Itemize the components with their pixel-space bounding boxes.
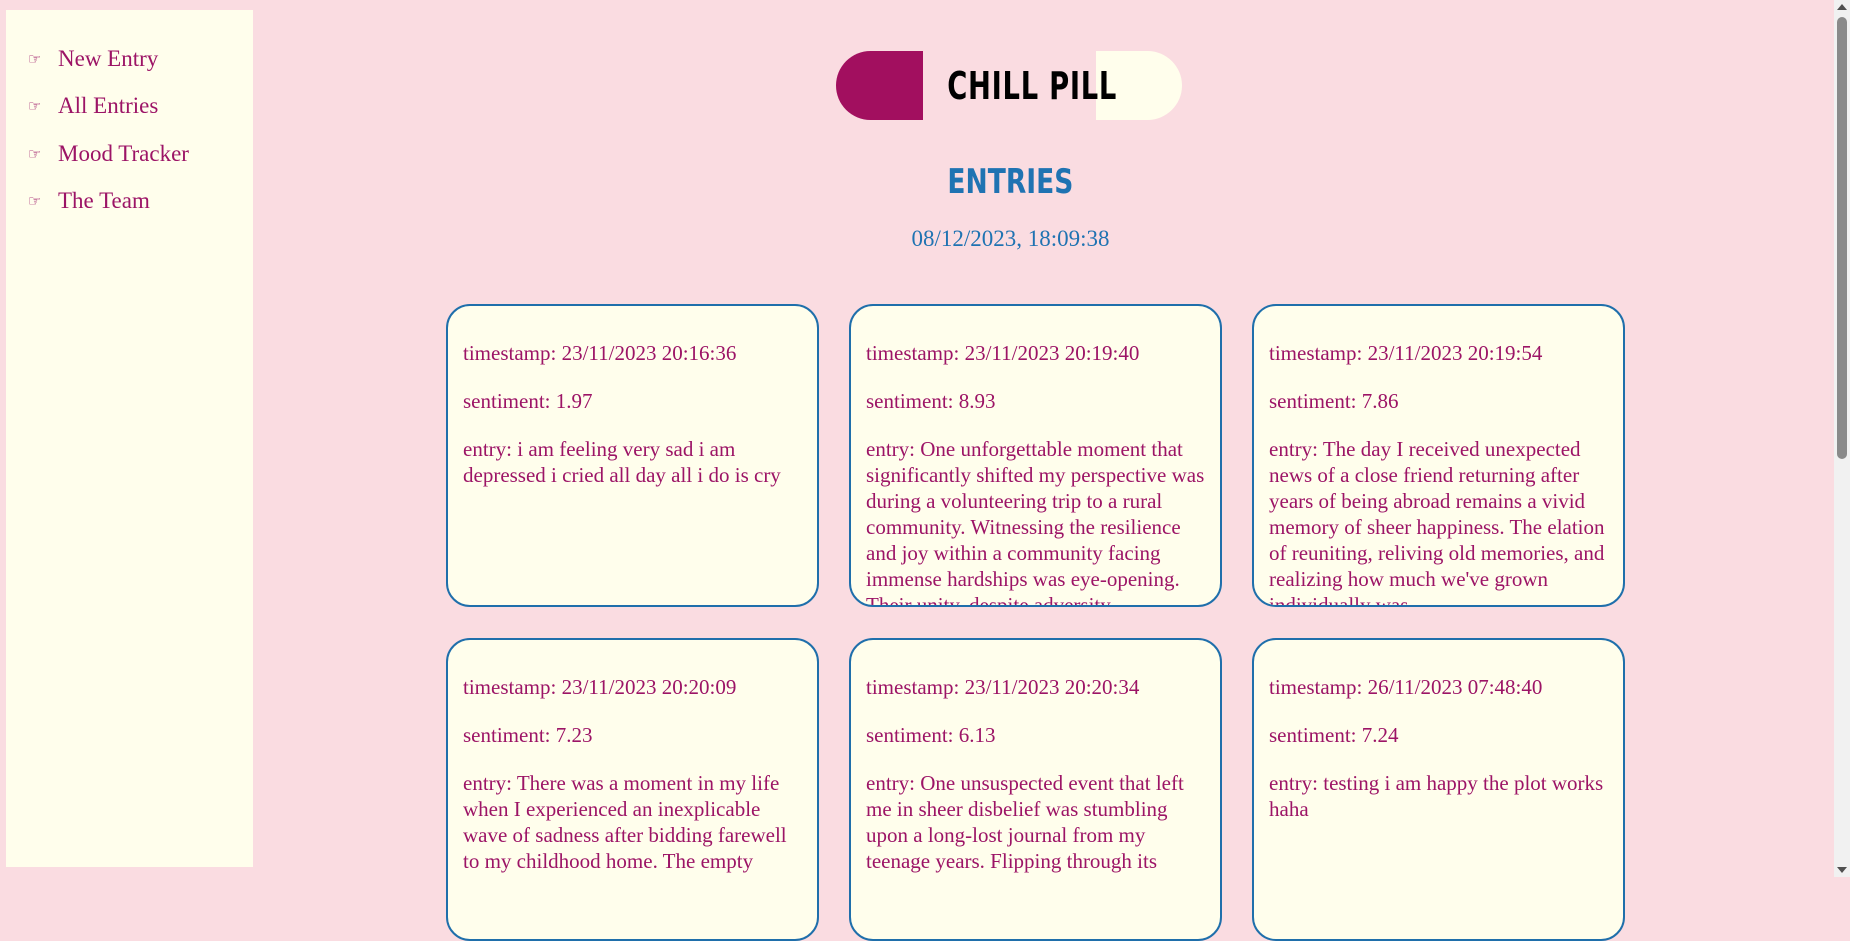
pointing-hand-icon: ☞ [28, 97, 42, 116]
sidebar: ☞ New Entry ☞ All Entries ☞ Mood Tracker… [6, 10, 253, 867]
pill-left-half [836, 51, 923, 120]
entry-timestamp: timestamp: 23/11/2023 20:20:09 [463, 675, 737, 699]
scroll-down-icon[interactable] [1837, 867, 1847, 873]
sidebar-item-all-entries[interactable]: ☞ All Entries [6, 83, 253, 131]
main-content: CHILL PILL ENTRIES 08/12/2023, 18:09:38 … [253, 0, 1834, 941]
pointing-hand-icon: ☞ [28, 144, 42, 163]
entry-text: entry: The day I received unexpected new… [1269, 437, 1605, 607]
sidebar-item-label: New Entry [58, 45, 159, 71]
entry-timestamp: timestamp: 23/11/2023 20:20:34 [866, 675, 1140, 699]
sidebar-item-mood-tracker[interactable]: ☞ Mood Tracker [6, 130, 253, 178]
entry-text: entry: testing i am happy the plot works… [1269, 771, 1604, 821]
entry-text: entry: One unsuspected event that left m… [866, 771, 1184, 873]
entry-card: timestamp: 26/11/2023 07:48:40 sentiment… [1252, 638, 1625, 941]
sidebar-item-the-team[interactable]: ☞ The Team [6, 178, 253, 226]
pointing-hand-icon: ☞ [28, 192, 42, 211]
entry-card: timestamp: 23/11/2023 20:20:34 sentiment… [849, 638, 1222, 941]
entry-card: timestamp: 23/11/2023 20:19:54 sentiment… [1252, 304, 1625, 607]
sidebar-item-label: The Team [58, 188, 150, 214]
sidebar-item-new-entry[interactable]: ☞ New Entry [6, 35, 253, 83]
entry-card: timestamp: 23/11/2023 20:19:40 sentiment… [849, 304, 1222, 607]
entry-sentiment: sentiment: 7.86 [1269, 389, 1399, 413]
logo-text: CHILL PILL [947, 63, 1118, 108]
entry-timestamp: timestamp: 23/11/2023 20:19:40 [866, 341, 1140, 365]
pointing-hand-icon: ☞ [28, 49, 42, 68]
entry-text: entry: There was a moment in my life whe… [463, 771, 787, 873]
entry-text: entry: i am feeling very sad i am depres… [463, 437, 781, 487]
scrollbar-thumb[interactable] [1837, 17, 1847, 459]
chill-pill-logo: CHILL PILL [836, 51, 1182, 120]
entry-timestamp: timestamp: 26/11/2023 07:48:40 [1269, 675, 1543, 699]
sidebar-item-label: Mood Tracker [58, 140, 189, 166]
current-datetime: 08/12/2023, 18:09:38 [911, 226, 1110, 251]
entry-sentiment: sentiment: 8.93 [866, 389, 996, 413]
entry-card: timestamp: 23/11/2023 20:20:09 sentiment… [446, 638, 819, 941]
entry-sentiment: sentiment: 6.13 [866, 723, 996, 747]
entry-card: timestamp: 23/11/2023 20:16:36 sentiment… [446, 304, 819, 607]
entry-timestamp: timestamp: 23/11/2023 20:19:54 [1269, 341, 1543, 365]
vertical-scrollbar[interactable] [1834, 0, 1850, 877]
entry-text: entry: One unforgettable moment that sig… [866, 437, 1205, 607]
scroll-up-icon[interactable] [1837, 4, 1847, 10]
entry-timestamp: timestamp: 23/11/2023 20:16:36 [463, 341, 737, 365]
page-title: ENTRIES [947, 162, 1074, 202]
entry-sentiment: sentiment: 1.97 [463, 389, 593, 413]
entry-sentiment: sentiment: 7.24 [1269, 723, 1399, 747]
entry-sentiment: sentiment: 7.23 [463, 723, 593, 747]
sidebar-item-label: All Entries [58, 93, 159, 119]
